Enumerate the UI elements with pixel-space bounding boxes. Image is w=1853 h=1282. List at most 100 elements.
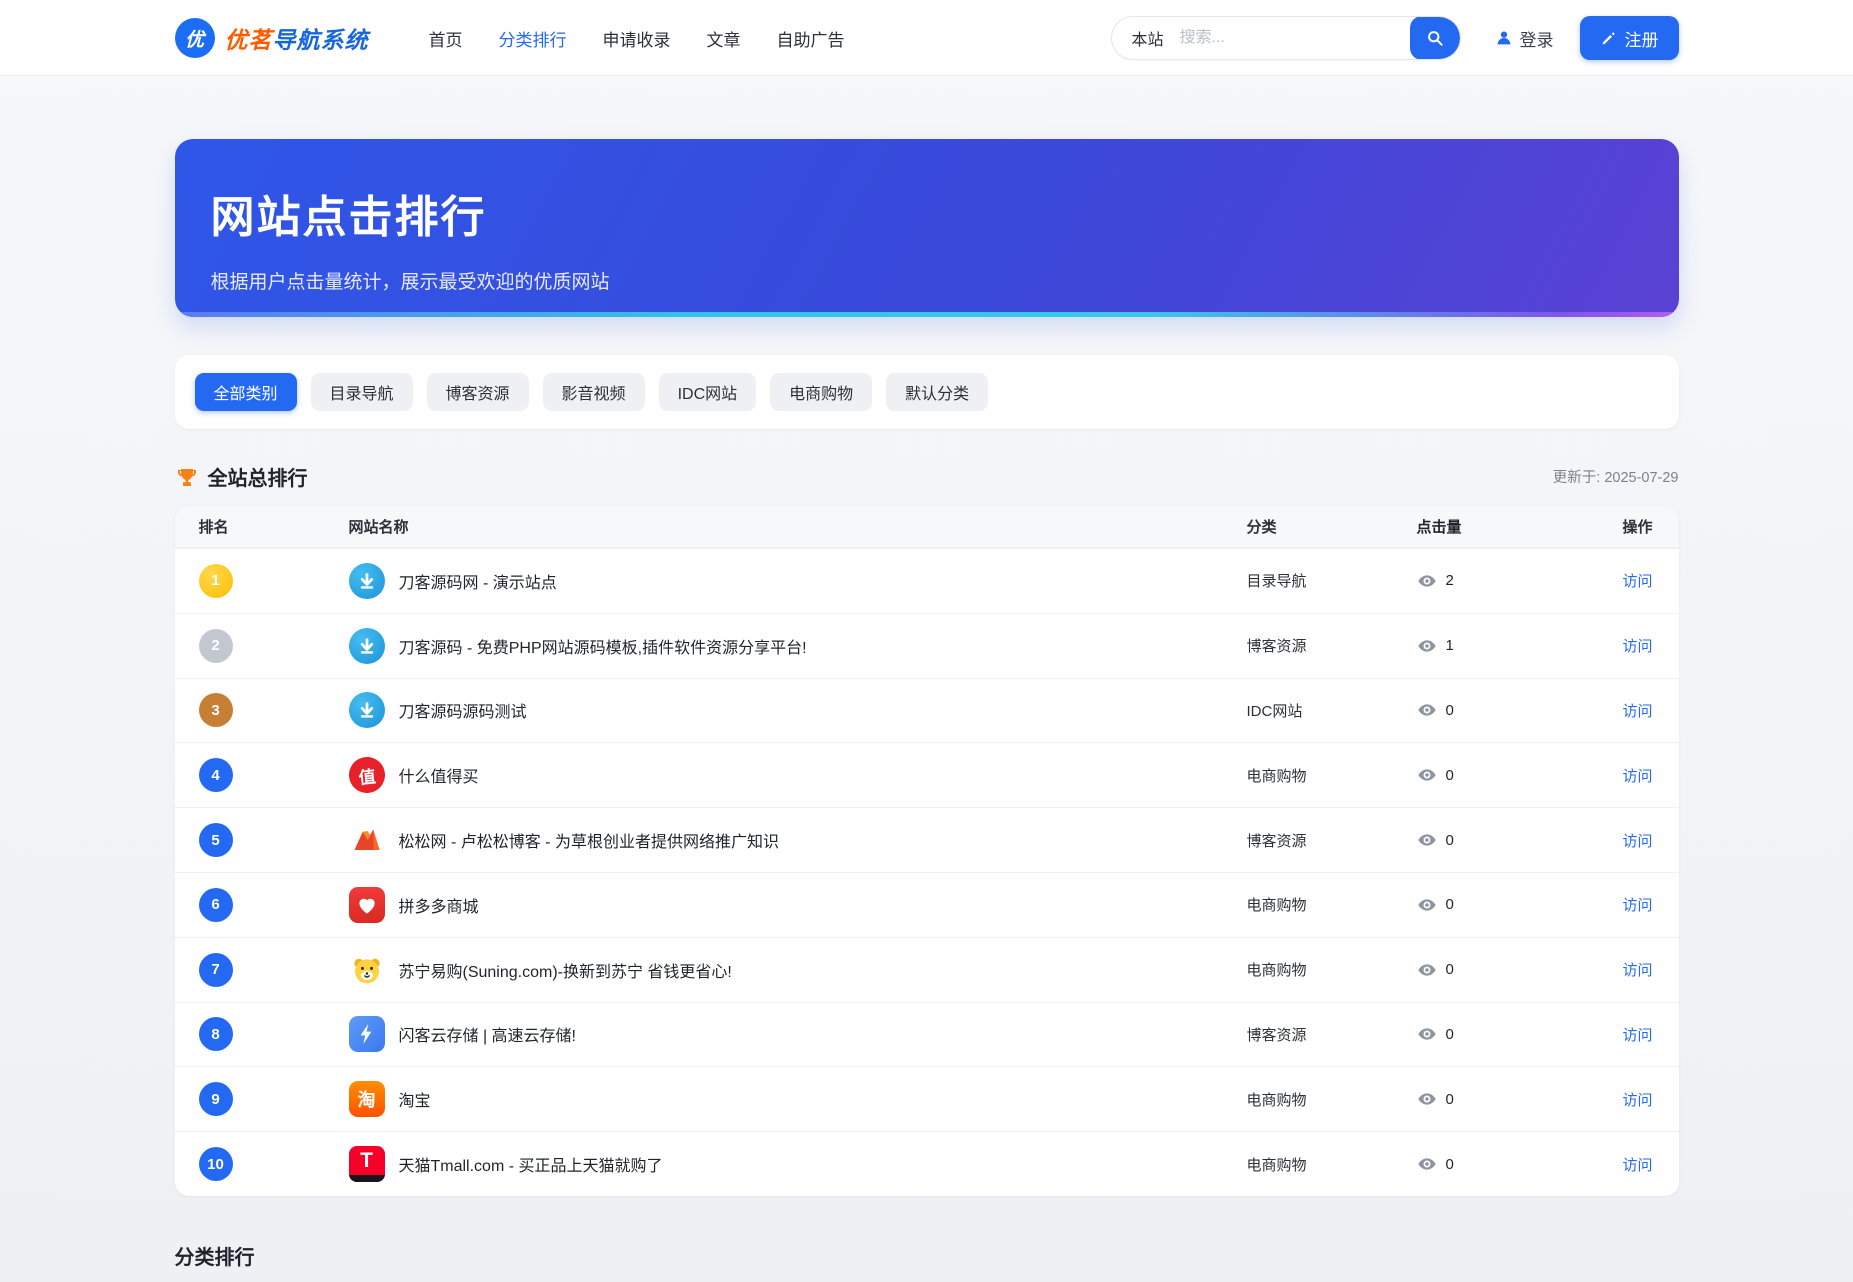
table-row: 7 苏宁易购(Suning.com)-换新到苏宁 省钱更省心! 电商购物 0 访…: [175, 937, 1679, 1002]
download-icon: [349, 692, 385, 728]
login-link[interactable]: 登录: [1495, 26, 1554, 51]
table-row: 2 刀客源码 - 免费PHP网站源码模板,插件软件资源分享平台! 博客资源 1 …: [175, 613, 1679, 678]
visit-link[interactable]: 访问: [1622, 962, 1652, 979]
table-header-row: 排名 网站名称 分类 点击量 操作: [175, 506, 1679, 548]
eye-icon: [1417, 700, 1437, 720]
rank-badge: 4: [199, 758, 233, 792]
site-name[interactable]: 松松网 - 卢松松博客 - 为草根创业者提供网络推广知识: [399, 828, 779, 852]
site-name[interactable]: 刀客源码网 - 演示站点: [399, 569, 557, 593]
site-category: 博客资源: [1247, 830, 1417, 851]
filter-video[interactable]: 影音视频: [543, 373, 645, 411]
icon-glyph: T: [360, 1149, 373, 1173]
site-category: 目录导航: [1247, 570, 1417, 591]
table-row: 4 值 什么值得买 电商购物 0 访问: [175, 742, 1679, 807]
visit-link[interactable]: 访问: [1622, 638, 1652, 655]
site-name[interactable]: 苏宁易购(Suning.com)-换新到苏宁 省钱更省心!: [399, 958, 732, 982]
visit-link[interactable]: 访问: [1622, 573, 1652, 590]
click-count: 2: [1446, 572, 1454, 589]
download-icon: [349, 628, 385, 664]
col-header-action: 操作: [1597, 516, 1679, 537]
table-row: 3 刀客源码源码测试 IDC网站 0 访问: [175, 678, 1679, 743]
main-menu: 首页 分类排行 申请收录 文章 自助广告: [415, 18, 859, 59]
site-category: 博客资源: [1247, 635, 1417, 656]
menu-item-self-ads[interactable]: 自助广告: [763, 18, 859, 59]
visit-link[interactable]: 访问: [1622, 833, 1652, 850]
search-button[interactable]: [1410, 16, 1460, 60]
table-row: 8 闪客云存储 | 高速云存储! 博客资源 0 访问: [175, 1002, 1679, 1067]
click-count: 0: [1446, 1156, 1454, 1173]
menu-item-submit-site[interactable]: 申请收录: [589, 18, 685, 59]
ranking-section-header: 全站总排行 更新于: 2025-07-29: [175, 462, 1679, 491]
table-row: 6 拼多多商城 电商购物 0 访问: [175, 872, 1679, 937]
site-category: 电商购物: [1247, 1089, 1417, 1110]
visit-link[interactable]: 访问: [1622, 768, 1652, 785]
search-input[interactable]: [1180, 29, 1410, 47]
rank-badge: 8: [199, 1017, 233, 1051]
col-header-category: 分类: [1247, 516, 1417, 537]
site-name[interactable]: 天猫Tmall.com - 买正品上天猫就购了: [399, 1152, 663, 1176]
filter-directory[interactable]: 目录导航: [311, 373, 413, 411]
visit-link[interactable]: 访问: [1622, 1092, 1652, 1109]
filter-all[interactable]: 全部类别: [195, 373, 297, 411]
menu-item-articles[interactable]: 文章: [693, 18, 755, 59]
brand-name: 优茗导航系统: [225, 21, 369, 55]
tmall-t-icon: T: [349, 1146, 385, 1182]
icon-glyph: 值: [357, 762, 377, 789]
click-count: 1: [1446, 637, 1454, 654]
visit-link[interactable]: 访问: [1622, 1157, 1652, 1174]
login-label: 登录: [1520, 26, 1554, 51]
filter-default[interactable]: 默认分类: [886, 373, 988, 411]
logo-badge-icon: 优: [175, 18, 215, 58]
rank-badge: 2: [199, 629, 233, 663]
category-ranking-title: 分类排行: [175, 1241, 1679, 1270]
site-name[interactable]: 淘宝: [399, 1087, 431, 1111]
eye-icon: [1417, 1154, 1437, 1174]
lion-face-icon: [349, 952, 385, 988]
menu-item-category-ranking[interactable]: 分类排行: [485, 18, 581, 59]
site-category: 电商购物: [1247, 959, 1417, 980]
visit-link[interactable]: 访问: [1622, 703, 1652, 720]
col-header-name: 网站名称: [349, 516, 1247, 537]
filter-ecommerce[interactable]: 电商购物: [770, 373, 872, 411]
site-category: IDC网站: [1247, 700, 1417, 721]
visit-link[interactable]: 访问: [1622, 897, 1652, 914]
rank-badge: 9: [199, 1082, 233, 1116]
site-name[interactable]: 刀客源码源码测试: [399, 698, 527, 722]
top-navbar: 优 优茗导航系统 首页 分类排行 申请收录 文章 自助广告 本站 登录 注册: [0, 0, 1853, 76]
click-count: 0: [1446, 767, 1454, 784]
eye-icon: [1417, 830, 1437, 850]
icon-glyph: 淘: [358, 1086, 376, 1112]
click-count: 0: [1446, 702, 1454, 719]
click-count: 0: [1446, 1091, 1454, 1108]
search-scope-selector[interactable]: 本站: [1112, 26, 1180, 50]
zhi-badge-icon: 值: [347, 755, 387, 795]
category-filter-bar: 全部类别 目录导航 博客资源 影音视频 IDC网站 电商购物 默认分类: [175, 355, 1679, 429]
click-count: 0: [1446, 896, 1454, 913]
site-name[interactable]: 闪客云存储 | 高速云存储!: [399, 1022, 577, 1046]
col-header-clicks: 点击量: [1417, 516, 1597, 537]
visit-link[interactable]: 访问: [1622, 1027, 1652, 1044]
site-name[interactable]: 拼多多商城: [399, 893, 479, 917]
site-logo[interactable]: 优 优茗导航系统: [175, 18, 369, 58]
table-row: 10 T 天猫Tmall.com - 买正品上天猫就购了 电商购物 0 访问: [175, 1131, 1679, 1196]
lightning-icon: [349, 1016, 385, 1052]
eye-icon: [1417, 895, 1437, 915]
menu-item-home[interactable]: 首页: [415, 18, 477, 59]
updated-timestamp: 更新于: 2025-07-29: [1553, 466, 1679, 487]
eye-icon: [1417, 636, 1437, 656]
register-button[interactable]: 注册: [1580, 16, 1679, 60]
table-row: 5 松松网 - 卢松松博客 - 为草根创业者提供网络推广知识 博客资源 0 访问: [175, 807, 1679, 872]
rank-badge: 5: [199, 823, 233, 857]
heart-grid-icon: [349, 887, 385, 923]
page-subtitle: 根据用户点击量统计，展示最受欢迎的优质网站: [211, 267, 1643, 294]
fox-swoosh-icon: [349, 822, 385, 858]
site-name[interactable]: 什么值得买: [399, 763, 479, 787]
filter-idc[interactable]: IDC网站: [659, 373, 757, 411]
site-name[interactable]: 刀客源码 - 免费PHP网站源码模板,插件软件资源分享平台!: [399, 634, 807, 658]
site-category: 博客资源: [1247, 1024, 1417, 1045]
filter-blog[interactable]: 博客资源: [427, 373, 529, 411]
rank-badge: 3: [199, 693, 233, 727]
search-bar: 本站: [1111, 16, 1461, 60]
download-icon: [349, 563, 385, 599]
eye-icon: [1417, 765, 1437, 785]
